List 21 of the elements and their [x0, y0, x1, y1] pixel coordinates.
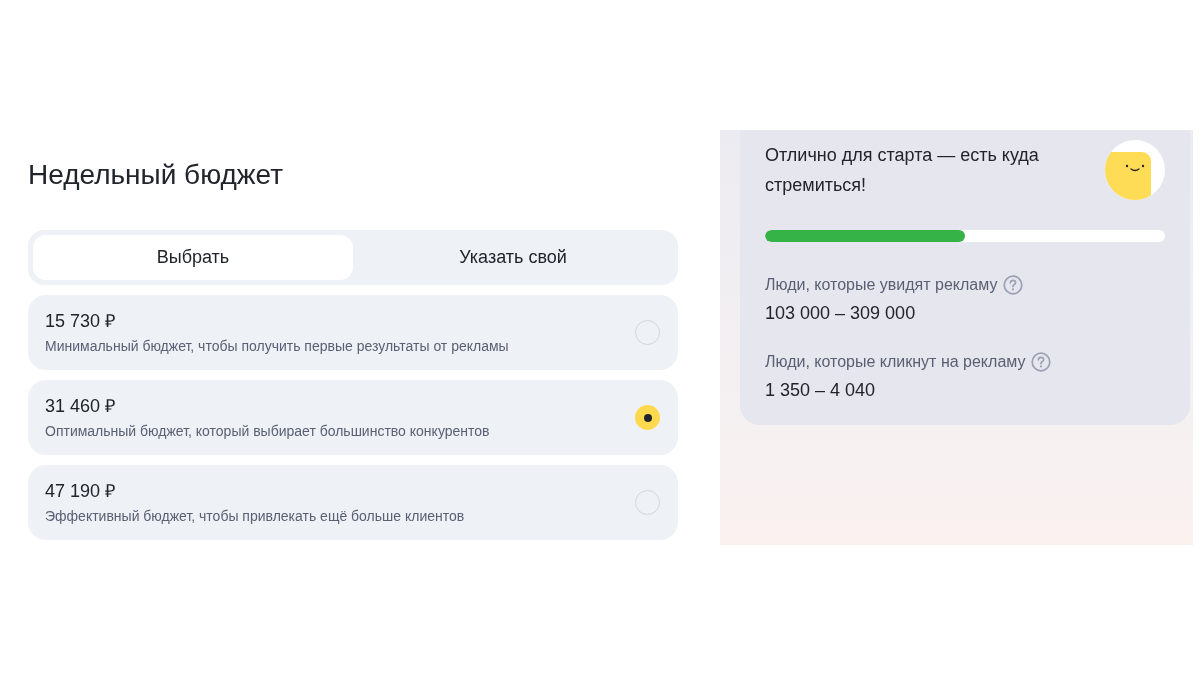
smiling-face-icon — [1105, 140, 1165, 200]
budget-description: Оптимальный бюджет, который выбирает большинство конкурентов — [45, 422, 490, 440]
metric-label: Люди, которые кликнут на рекламу — [765, 352, 1026, 372]
budget-option[interactable]: 47 190 ₽ Эффективный бюджет, чтобы привлекать ещё больше клиентов — [28, 465, 678, 540]
budget-option[interactable]: 31 460 ₽ Оптимальный бюджет, который выбирает большинство конкурентов — [28, 380, 678, 455]
budget-amount: 31 460 ₽ — [45, 395, 116, 417]
forecast-message: Отлично для старта — есть куда стремиться! — [765, 144, 1040, 197]
metric-label: Люди, которые увидят рекламу — [765, 275, 998, 295]
radio-button[interactable] — [635, 405, 660, 430]
tab[interactable]: Указать свой — [353, 235, 673, 280]
help-icon[interactable] — [1003, 275, 1024, 295]
help-icon[interactable] — [1031, 352, 1052, 372]
budget-description: Минимальный бюджет, чтобы получить первые результаты от рекламы — [45, 337, 509, 355]
budget-description: Эффективный бюджет, чтобы привлекать ещё больше клиентов — [45, 507, 465, 525]
metric-value: 103 000 – 309 000 — [765, 302, 916, 324]
budget-amount: 15 730 ₽ — [45, 310, 116, 332]
tab[interactable]: Выбрать — [33, 235, 353, 280]
section-heading: Недельный бюджет — [28, 160, 284, 190]
metric-value: 1 350 – 4 040 — [765, 379, 876, 401]
budget-option[interactable]: 15 730 ₽ Минимальный бюджет, чтобы получить первые результаты от рекламы — [28, 295, 678, 370]
budget-amount: 47 190 ₽ — [45, 480, 116, 502]
